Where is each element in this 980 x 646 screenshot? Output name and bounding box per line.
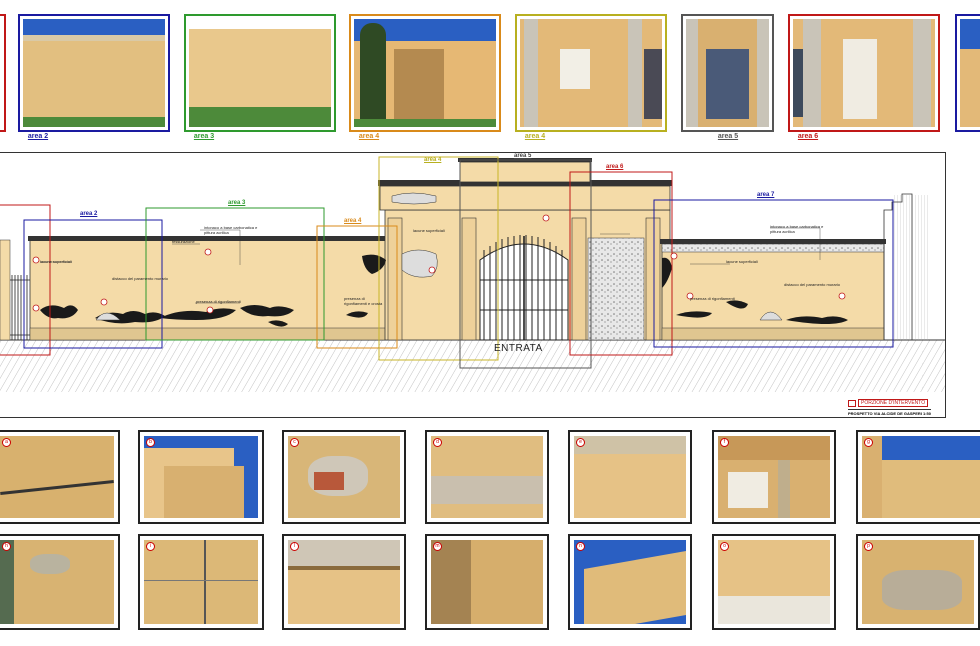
wall-left: [29, 239, 391, 341]
detail-photo[interactable]: n: [568, 534, 692, 630]
note-text: presenza di rigonfiamenti: [690, 296, 735, 301]
photo-wall-image: [960, 19, 980, 127]
detail-photo[interactable]: f: [712, 430, 836, 524]
detail-photo-image: [0, 436, 114, 518]
detail-photo-image: [862, 540, 974, 624]
boundary-wall-hatch: [892, 195, 930, 340]
detail-photo[interactable]: m: [425, 534, 549, 630]
detail-photo-image: [718, 540, 830, 624]
area-photo-label: area 6: [797, 133, 819, 140]
photo-badge: l: [290, 542, 299, 551]
photo-badge: f: [720, 438, 729, 447]
legend-title: PROSPETTO VIA ALCIDE DE GASPERI 1:50: [848, 409, 931, 416]
area-photo-label: area 2: [27, 133, 49, 140]
note-text: intonaco a base carbonatica e pittura ac…: [770, 224, 824, 234]
area-photo-0[interactable]: [0, 14, 6, 132]
note-text: distacco del paramento murario: [112, 276, 169, 281]
note-text: lacune superficiali: [726, 259, 758, 264]
detail-photo[interactable]: a: [0, 430, 120, 524]
photo-badge: p: [864, 542, 873, 551]
area-label-area3: area 3: [228, 200, 246, 206]
photo-badge: d: [433, 438, 442, 447]
area-photo-area5[interactable]: [681, 14, 774, 132]
note-text: lacune superficiali: [40, 259, 72, 264]
note-text: presenza di rigonfiamenti: [196, 299, 241, 304]
top-photo-strip: area 2 area 3 area 4 area 4 area 5 area …: [0, 0, 980, 146]
area-label-area2: area 2: [80, 211, 98, 217]
area-photo-area7[interactable]: [955, 14, 980, 132]
area-photo-area4b[interactable]: [515, 14, 667, 132]
area-photo-area4a[interactable]: [349, 14, 501, 132]
note-text: presenza di rigonfiamenti e crosta: [344, 296, 383, 306]
wall-right-top-band: [661, 243, 885, 253]
photo-badge: g: [864, 438, 873, 447]
detail-photo[interactable]: h: [0, 534, 120, 630]
stone-panel: [587, 237, 645, 341]
detail-photo-image: [144, 540, 258, 624]
detail-photo[interactable]: d: [425, 430, 549, 524]
detail-photo-image: [574, 540, 686, 624]
area-photo-label: area 4: [358, 133, 380, 140]
detail-photo-image: [288, 540, 400, 624]
area-photo-label: area 5: [717, 133, 739, 140]
photo-badge: m: [433, 542, 442, 551]
detail-photo-image: [574, 436, 686, 518]
area-label-area4b: area 4: [424, 157, 442, 163]
photo-wall-image: [354, 19, 496, 127]
area-label-area5: area 5: [514, 153, 532, 159]
note-text: fessurazione: [172, 239, 195, 244]
detail-photo[interactable]: b: [138, 430, 264, 524]
wall-left-plinth: [29, 327, 391, 341]
photo-badge: e: [576, 438, 585, 447]
wall-right-coping: [660, 239, 886, 244]
detail-photo[interactable]: e: [568, 430, 692, 524]
detail-photo[interactable]: g: [856, 430, 980, 524]
detail-photo[interactable]: o: [712, 534, 836, 630]
photo-badge: n: [576, 542, 585, 551]
photo-wall-image: [23, 19, 165, 127]
photo-badge: o: [720, 542, 729, 551]
wall-right: [661, 243, 885, 341]
detail-photo-image: [431, 436, 543, 518]
detail-photo-image: [431, 540, 543, 624]
photo-badge: h: [2, 542, 11, 551]
legend-item: PORZIONE D'INTERVENTO: [858, 399, 929, 407]
entrance-label: ENTRATA: [494, 343, 543, 354]
photo-wall-image: [189, 19, 331, 127]
photo-wall-image: [520, 19, 662, 127]
photo-gate-image: [686, 19, 769, 127]
detail-photo-image: [0, 540, 114, 624]
detail-photo-grid: a b c d e f g h i l m n o p: [0, 426, 980, 646]
area-photo-area3[interactable]: [184, 14, 336, 132]
area-label-area7: area 7: [757, 192, 775, 198]
detail-photo[interactable]: i: [138, 534, 264, 630]
legend-swatch: [848, 400, 856, 407]
detail-photo[interactable]: c: [282, 430, 406, 524]
legend: PORZIONE D'INTERVENTO PROSPETTO VIA ALCI…: [846, 399, 944, 417]
note-text: intonaco a base carbonatica e pittura ac…: [204, 225, 258, 235]
detail-photo[interactable]: p: [856, 534, 980, 630]
left-railing: [0, 239, 30, 341]
detail-photo-image: [862, 436, 980, 518]
detail-photo-image: [718, 436, 830, 518]
photo-wall-image: [793, 19, 935, 127]
note-text: lacune superficiali: [413, 228, 445, 233]
photo-badge: c: [290, 438, 299, 447]
detail-photo[interactable]: l: [282, 534, 406, 630]
area-photo-area2[interactable]: [18, 14, 170, 132]
wall-left-coping: [28, 236, 392, 241]
area-photo-label: area 4: [524, 133, 546, 140]
photo-badge: i: [146, 542, 155, 551]
detail-photo-image: [288, 436, 400, 518]
area-label-area4a: area 4: [344, 218, 362, 224]
area-label-area6: area 6: [606, 164, 624, 170]
wall-right-plinth: [661, 327, 885, 341]
area-photo-area6[interactable]: [788, 14, 940, 132]
detail-photo-image: [144, 436, 258, 518]
area-photo-label: area 3: [193, 133, 215, 140]
photo-badge: a: [2, 438, 11, 447]
photo-badge: b: [146, 438, 155, 447]
note-text: distacco del paramento murario: [784, 282, 841, 287]
